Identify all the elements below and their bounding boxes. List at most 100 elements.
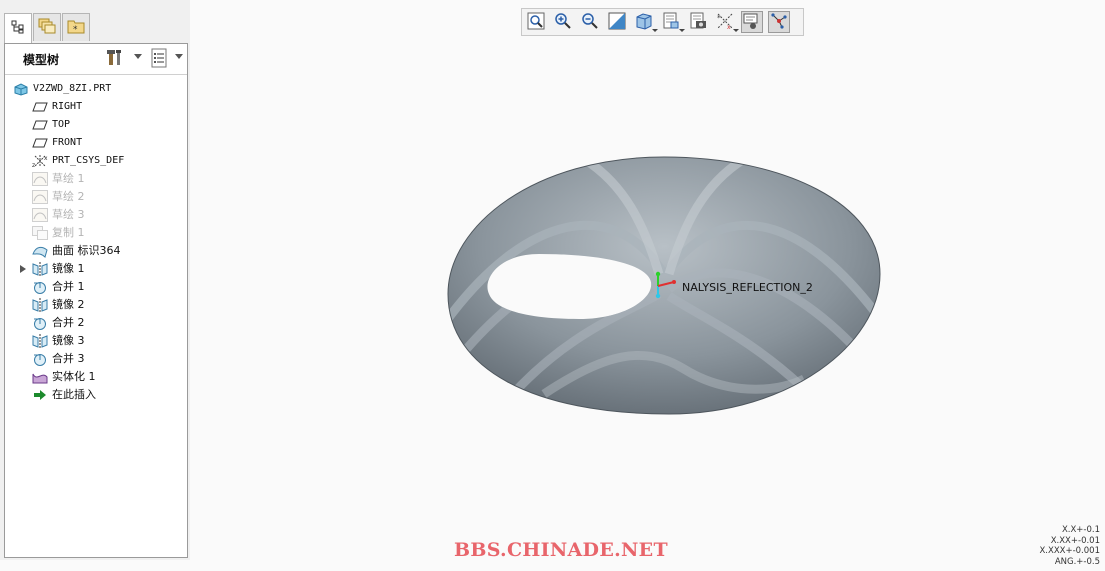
datum-display-icon: * x [716, 12, 734, 33]
display-style-icon [635, 12, 653, 33]
tree-item[interactable]: 草绘 1 [5, 170, 187, 188]
zoom-out-button[interactable] [579, 11, 601, 33]
tree-item-label: 复制 1 [52, 226, 85, 239]
model-tree-title: 模型树 [23, 53, 60, 67]
saved-views-icon [662, 12, 680, 33]
svg-text:*: * [717, 14, 721, 22]
dropdown-arrow-icon[interactable] [679, 29, 685, 32]
folder-browser-tab-icon [38, 18, 56, 37]
model-tree-header: 模型树 [5, 44, 187, 75]
zoom-out-icon [581, 12, 599, 33]
tree-item[interactable]: 曲面 标识364 [5, 242, 187, 260]
navigator-tabs: * [4, 13, 91, 43]
tree-item-label: FRONT [52, 137, 83, 148]
show-columns-dropdown-icon[interactable] [175, 54, 183, 59]
datum-plane-icon [32, 136, 48, 150]
mirror-icon [32, 298, 48, 312]
tree-item-label: RIGHT [52, 101, 83, 112]
tree-item-label: 草绘 2 [52, 190, 85, 203]
merge-icon [32, 316, 48, 330]
tree-item-label: 草绘 1 [52, 172, 85, 185]
navigator-panel: * 模型树 V2ZWD_8ZI.PRT RIGHT TOP FRONT z x … [0, 0, 190, 560]
copy-icon [32, 226, 48, 240]
datum-plane-icon [32, 100, 48, 114]
sketch-icon [32, 208, 48, 222]
tree-item[interactable]: V2ZWD_8ZI.PRT [5, 80, 187, 98]
spin-center-icon [770, 12, 788, 33]
graphics-area-model[interactable] [444, 154, 884, 418]
tree-item[interactable]: FRONT [5, 134, 187, 152]
datum-display-button[interactable]: * x [714, 11, 739, 33]
favorites[interactable]: * [62, 13, 90, 41]
view-toolbar: * x [521, 8, 804, 36]
datum-plane-icon [32, 118, 48, 132]
tree-item[interactable]: 镜像 2 [5, 296, 187, 314]
refit-icon [527, 12, 545, 33]
coordinate-system-icon: zx [32, 154, 48, 168]
display-style-button[interactable] [633, 11, 658, 33]
model-tree-tab-icon [11, 20, 25, 37]
view-manager-button[interactable] [687, 11, 709, 33]
repaint-icon [608, 12, 626, 33]
merge-icon [32, 352, 48, 366]
tree-item[interactable]: RIGHT [5, 98, 187, 116]
tree-item[interactable]: TOP [5, 116, 187, 134]
tolerance-line: X.X+-0.1 [1061, 525, 1100, 535]
insert-here-arrow-icon [32, 388, 48, 402]
tree-item[interactable]: 合并 2 [5, 314, 187, 332]
tree-item-label: TOP [52, 119, 71, 130]
tree-item[interactable]: 镜像 1 [5, 260, 187, 278]
model-tree[interactable] [4, 13, 32, 43]
mirror-icon [32, 334, 48, 348]
tree-item[interactable]: 镜像 3 [5, 332, 187, 350]
zoom-in-button[interactable] [552, 11, 574, 33]
tree-item[interactable]: 实体化 1 [5, 368, 187, 386]
dropdown-arrow-icon[interactable] [733, 29, 739, 32]
analysis-feature-label: NALYSIS_REFLECTION_2 [682, 281, 813, 294]
tree-item-label: V2ZWD_8ZI.PRT [33, 83, 112, 94]
saved-views-button[interactable] [660, 11, 685, 33]
sketch-icon [32, 172, 48, 186]
tree-item[interactable]: 草绘 2 [5, 188, 187, 206]
refit-button[interactable] [525, 11, 547, 33]
svg-text:x: x [727, 24, 731, 30]
dropdown-arrow-icon[interactable] [652, 29, 658, 32]
svg-text:x: x [44, 155, 48, 162]
tree-item-label: 镜像 1 [52, 262, 85, 275]
tree-item-label: 草绘 3 [52, 208, 85, 221]
tree-item-label: 在此插入 [52, 388, 96, 401]
tree-item-label: 合并 3 [52, 352, 85, 365]
spin-center-button[interactable] [768, 11, 790, 33]
tree-settings-dropdown-icon[interactable] [134, 54, 142, 59]
mirror-icon [32, 262, 48, 276]
sketch-icon [32, 190, 48, 204]
repaint-button[interactable] [606, 11, 628, 33]
tolerance-line: ANG.+-0.5 [1054, 556, 1100, 567]
tree-settings-tools-icon[interactable] [106, 48, 126, 71]
tree-item[interactable]: 合并 1 [5, 278, 187, 296]
part-icon [13, 82, 29, 96]
tree-item-label: 镜像 2 [52, 298, 85, 311]
tree-item[interactable]: 草绘 3 [5, 206, 187, 224]
tree-item[interactable]: 合并 3 [5, 350, 187, 368]
tree-item[interactable]: 在此插入 [5, 386, 187, 404]
model-tree: 模型树 V2ZWD_8ZI.PRT RIGHT TOP FRONT z x PR… [4, 43, 188, 558]
tree-item-label: 合并 2 [52, 316, 85, 329]
watermark: BBS.CHINADE.NET [454, 539, 668, 561]
tree-item-label: 曲面 标识364 [52, 244, 121, 257]
tree-item-label: 合并 1 [52, 280, 85, 293]
expand-arrow-icon[interactable] [20, 265, 26, 273]
folder-browser[interactable] [33, 13, 61, 41]
tree-item[interactable]: z x PRT_CSYS_DEF [5, 152, 187, 170]
tolerance-line: X.XXX+-0.001 [1039, 546, 1100, 556]
svg-text:z: z [32, 162, 35, 168]
zoom-in-icon [554, 12, 572, 33]
annotation-display-icon [743, 12, 761, 33]
tolerance-line: X.XX+-0.01 [1050, 535, 1100, 546]
annotation-display-button[interactable] [741, 11, 763, 33]
model-tree-list: V2ZWD_8ZI.PRT RIGHT TOP FRONT z x PRT_CSYS_DEF… [5, 80, 187, 404]
svg-text:*: * [73, 25, 78, 34]
show-columns-icon[interactable] [150, 48, 168, 71]
tolerance-table: X.X+-0.1 X.XX+-0.01 X.XXX+-0.001 ANG.+-0.5 [1034, 525, 1100, 567]
tree-item[interactable]: 复制 1 [5, 224, 187, 242]
